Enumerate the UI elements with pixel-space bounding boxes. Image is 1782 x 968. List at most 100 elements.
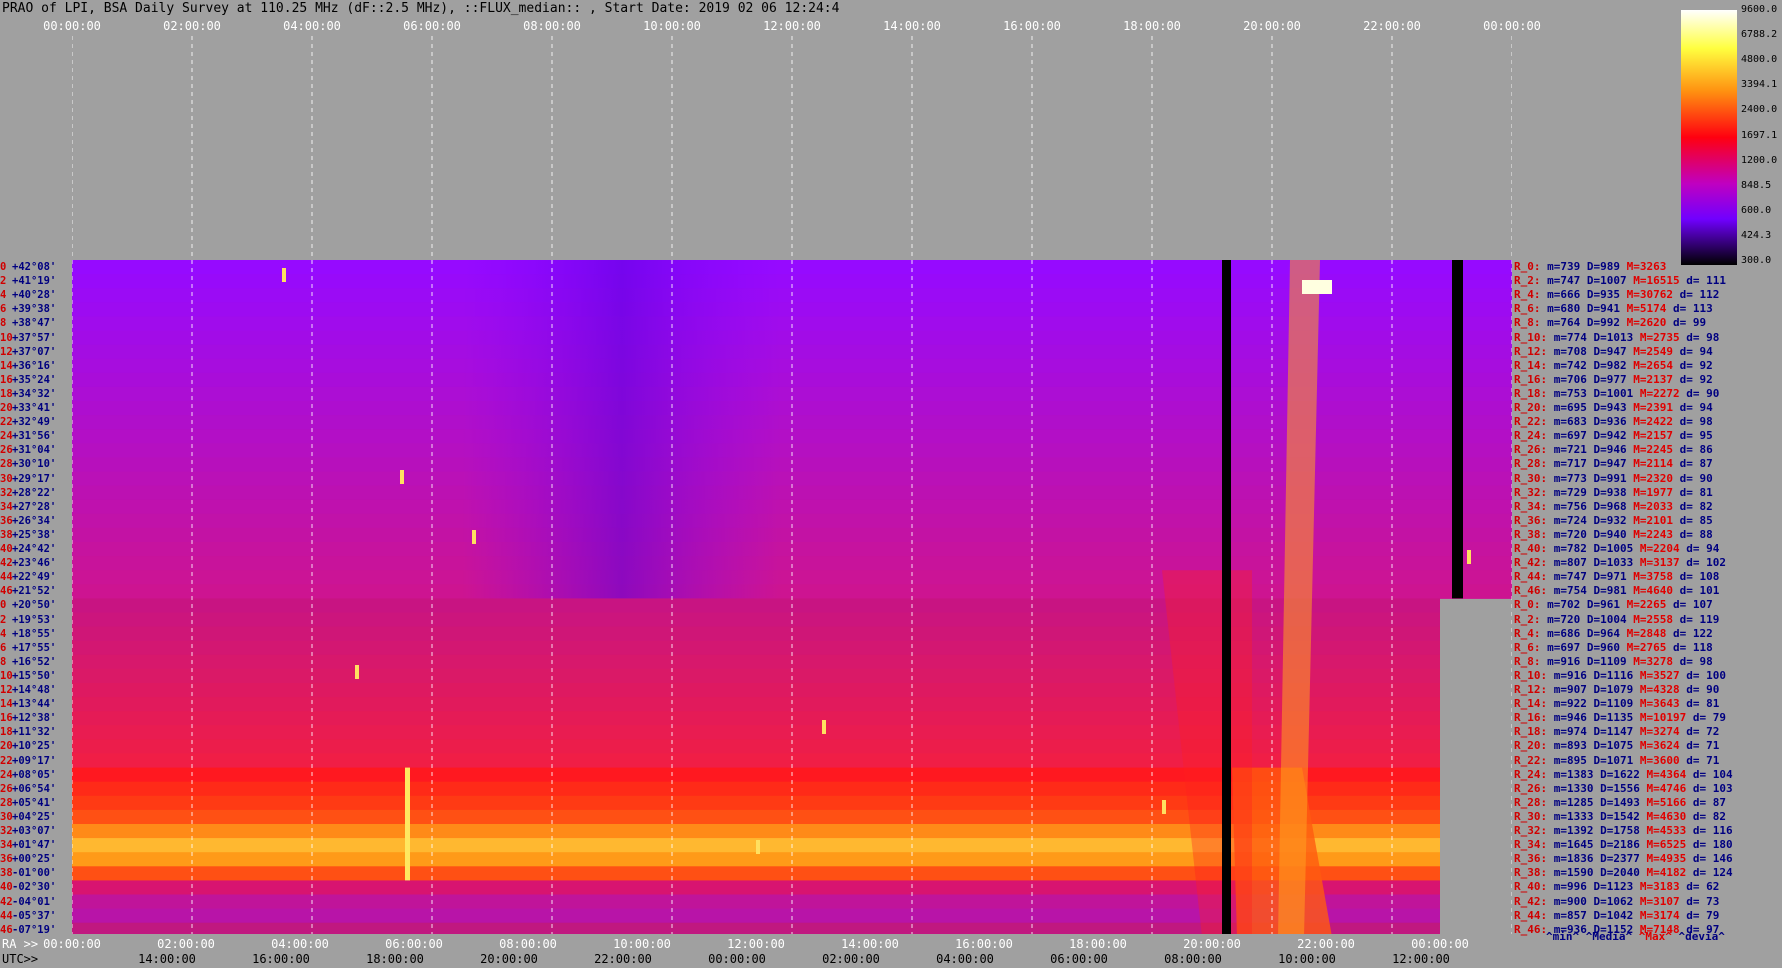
row-declination: +37°57'	[12, 331, 57, 344]
row-index: 34	[0, 839, 13, 852]
row-label-10: 20+33°41'	[0, 403, 56, 414]
row-declination: +09°17'	[12, 754, 57, 767]
stat-d: D=1109	[1593, 697, 1634, 711]
stat-r: R_22:	[1514, 753, 1548, 767]
top-tick-12: 00:00:00	[1483, 19, 1541, 33]
row-index: 26	[0, 444, 13, 457]
top-tick-10: 20:00:00	[1243, 19, 1301, 33]
row-declination: +42°08'	[12, 261, 57, 273]
row-declination: +04°25'	[12, 810, 57, 823]
ra-tick-8: 16:00:00	[955, 937, 1013, 951]
top-tick-2: 04:00:00	[283, 19, 341, 33]
stat-dv: d= 94	[1679, 401, 1713, 414]
row-index: 32	[0, 825, 13, 837]
row-label-18: 36+26°34'	[0, 515, 56, 527]
top-tick-11: 22:00:00	[1363, 19, 1421, 33]
stat-mx: M=3107	[1639, 894, 1680, 908]
stat-r: R_24:	[1514, 767, 1548, 781]
stat-mx: M=3183	[1639, 880, 1680, 894]
stat-dv: d= 71	[1686, 753, 1720, 767]
stat-mx: M=2204	[1639, 542, 1680, 555]
stat-mx: M=2265	[1626, 598, 1667, 612]
stat-dv: d= 113	[1673, 302, 1713, 316]
row-index: 28	[0, 796, 13, 809]
stat-m: m=666	[1547, 288, 1581, 302]
stat-row-39: R_30: m=1333 D=1542 M=4630 d= 82	[1514, 809, 1726, 823]
ra-tick-10: 20:00:00	[1183, 937, 1241, 951]
row-index: 30	[0, 810, 13, 823]
stat-row-20: R_40: m=782 D=1005 M=2204 d= 94	[1514, 543, 1719, 555]
row-index: 14	[0, 359, 13, 372]
colorbar-tick-7: 848.5	[1741, 179, 1772, 191]
stat-m: m=721	[1553, 443, 1587, 457]
row-declination: -04°01'	[12, 895, 57, 908]
row-label-23: 46+21°52'	[0, 586, 56, 597]
stat-mx: M=2137	[1633, 372, 1673, 386]
row-declination: +39°38'	[12, 303, 57, 316]
row-label-4: 8 +38°47'	[0, 318, 56, 329]
stat-row-21: R_42: m=807 D=1033 M=3137 d= 102	[1514, 557, 1726, 569]
stat-row-32: R_16: m=946 D=1135 M=10197 d= 79	[1514, 712, 1726, 724]
row-declination: +31°04'	[12, 444, 57, 457]
stat-m: m=683	[1553, 415, 1587, 429]
stat-dv: d= 124	[1692, 866, 1733, 880]
stat-row-25: R_2: m=720 D=1004 M=2558 d= 119	[1514, 612, 1719, 626]
stat-d: D=971	[1593, 570, 1627, 584]
stat-r: R_46:	[1514, 922, 1548, 936]
stat-r: R_8:	[1514, 654, 1541, 668]
stat-m: m=697	[1553, 429, 1587, 443]
spike-5	[756, 840, 760, 854]
row-declination: +22°49'	[12, 571, 57, 584]
row-index: 40	[0, 543, 13, 555]
row-index: 32	[0, 486, 13, 499]
stat-m: m=1836	[1553, 852, 1594, 866]
stat-r: R_42:	[1514, 894, 1548, 908]
utc-tick-5: 00:00:00	[708, 952, 766, 966]
stat-d: D=935	[1586, 288, 1620, 302]
stat-dv: d= 90	[1686, 386, 1720, 400]
stat-mx: M=3274	[1639, 725, 1680, 739]
stat-mx: M=10197	[1639, 711, 1687, 725]
stat-dv: d= 88	[1679, 527, 1713, 541]
stat-m: m=720	[1547, 612, 1581, 626]
stat-m: m=1645	[1553, 838, 1594, 852]
stat-row-30: R_12: m=907 D=1079 M=4328 d= 90	[1514, 684, 1719, 696]
stat-row-18: R_36: m=724 D=932 M=2101 d= 85	[1514, 514, 1713, 527]
stat-row-4: R_8: m=764 D=992 M=2620 d= 99	[1514, 317, 1706, 329]
stat-r: R_20:	[1514, 739, 1548, 753]
ra-tick-9: 18:00:00	[1069, 937, 1127, 951]
stat-mx: M=4630	[1646, 809, 1687, 823]
stat-dv: d= 90	[1679, 471, 1713, 485]
row-label-38: 28+05°41'	[0, 796, 56, 809]
stat-m: m=747	[1553, 570, 1587, 584]
stat-dv: d= 146	[1692, 852, 1733, 866]
stat-dv: d= 79	[1692, 711, 1726, 725]
utc-tick-6: 02:00:00	[822, 952, 880, 966]
stat-dv: d= 101	[1679, 584, 1720, 598]
row-index: 18	[0, 387, 13, 400]
colorbar	[1681, 10, 1737, 265]
colorbar-tick-0: 9600.0	[1741, 4, 1778, 15]
stat-r: R_8:	[1514, 316, 1541, 330]
stat-r: R_10:	[1514, 668, 1548, 682]
row-label-15: 30+29°17'	[0, 473, 56, 485]
stat-m: m=756	[1553, 499, 1587, 513]
row-label-37: 26+06°54'	[0, 783, 56, 795]
row-index: 42	[0, 557, 13, 570]
stat-d: D=982	[1593, 358, 1627, 372]
stat-m: m=697	[1547, 640, 1581, 654]
stat-dv: d= 102	[1686, 556, 1726, 570]
stat-mx: M=2620	[1626, 316, 1667, 330]
stat-r: R_40:	[1514, 880, 1548, 894]
row-label-13: 26+31°04'	[0, 445, 56, 456]
stat-r: R_30:	[1514, 471, 1548, 485]
row-index: 40	[0, 881, 13, 894]
row-index: 38	[0, 528, 13, 541]
row-index: 28	[0, 458, 13, 471]
colorbar-tick-1: 6788.2	[1741, 29, 1778, 41]
row-label-11: 22+32°49'	[0, 417, 56, 428]
stat-row-29: R_10: m=916 D=1116 M=3527 d= 100	[1514, 668, 1726, 682]
row-label-17: 34+27°28'	[0, 501, 56, 513]
stat-row-0: R_0: m=739 D=989 M=3263	[1514, 261, 1666, 273]
stat-r: R_24:	[1514, 429, 1548, 443]
